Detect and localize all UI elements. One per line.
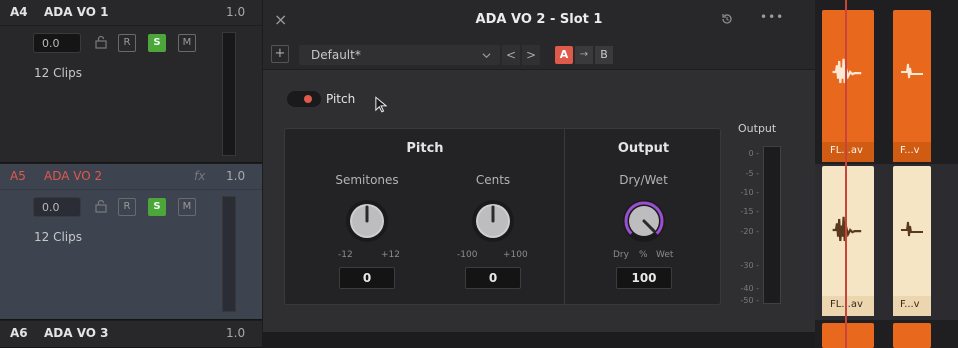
playhead[interactable] (845, 0, 847, 348)
clip-name-bar: F...v (893, 142, 931, 162)
mouse-cursor-icon (375, 96, 387, 113)
semitones-knob[interactable] (343, 197, 391, 245)
waveform-icon (901, 63, 923, 79)
cents-label: Cents (475, 173, 511, 187)
clips-count: 12 Clips (34, 230, 82, 244)
pitch-section: Pitch Semitones Cents -12 +12 0 -100 +10… (284, 128, 564, 305)
track-name[interactable]: ADA VO 1 (44, 5, 109, 19)
preset-name: Default* (311, 48, 361, 62)
plugin-title-bar: × ADA VO 2 - Slot 1 ••• (263, 0, 815, 40)
meter-tick-label: -15 - (740, 207, 760, 216)
clip-name: F...v (900, 145, 920, 156)
percent-label: % (639, 250, 648, 260)
meter-tick-label: -30 - (740, 261, 760, 270)
track-a5[interactable]: A5 ADA VO 2 fx 1.0 0.0 R S M 12 Clips (0, 164, 262, 320)
cents-knob[interactable] (469, 197, 517, 245)
drywet-value[interactable]: 100 (616, 267, 672, 289)
track-level-field[interactable]: 0.0 (33, 197, 81, 217)
track-header: A4 ADA VO 1 1.0 (0, 0, 262, 26)
clip-name-bar: FL...av (822, 296, 874, 316)
waveform-icon (901, 221, 923, 237)
clip-name-bar: FL...av (822, 142, 874, 162)
semitones-value[interactable]: 0 (339, 267, 395, 289)
drywet-label: Dry/Wet (619, 173, 668, 187)
solo-button[interactable]: S (148, 198, 166, 216)
compare-a-button[interactable]: A (555, 46, 573, 64)
next-preset-button[interactable]: > (522, 45, 540, 65)
track-header: A6 ADA VO 3 1.0 (0, 321, 262, 347)
chevron-down-icon (482, 53, 491, 59)
drywet-knob[interactable] (620, 197, 668, 245)
output-section: Output Dry/Wet Dry % Wet 100 (564, 128, 721, 305)
meter-tick-label: -20 - (740, 227, 760, 236)
output-meter-bar (763, 146, 781, 304)
track-id: A6 (10, 326, 28, 340)
toggle-dot (304, 95, 312, 103)
dry-label: Dry (613, 250, 629, 260)
fx-indicator[interactable]: fx (194, 169, 205, 183)
meter-tick-label: -5 - (745, 169, 759, 178)
preset-select[interactable]: Default* (299, 45, 500, 65)
mute-button[interactable]: M (178, 198, 196, 216)
preset-bar: + Default* < > A → B (263, 40, 815, 70)
copy-a-to-b-button[interactable]: → (575, 46, 593, 64)
audio-clip[interactable] (822, 323, 874, 348)
solo-button[interactable]: S (148, 34, 166, 52)
semitones-min-label: -12 (338, 250, 353, 260)
track-meter (222, 32, 236, 156)
output-heading: Output (617, 141, 670, 156)
reset-icon[interactable] (720, 12, 734, 26)
track-level-field[interactable]: 0.0 (33, 33, 81, 53)
mute-button[interactable]: M (178, 34, 196, 52)
pitch-heading: Pitch (406, 141, 444, 156)
more-options-button[interactable]: ••• (760, 10, 784, 24)
pitch-toggle-label: Pitch (326, 92, 356, 106)
cents-max-label: +100 (503, 250, 528, 260)
clip-name-bar: F...v (893, 296, 931, 316)
track-volume[interactable]: 1.0 (226, 169, 245, 183)
track-meter (222, 196, 236, 312)
pitch-enable-toggle[interactable] (287, 91, 321, 107)
plugin-window: × ADA VO 2 - Slot 1 ••• + Default* < > A… (263, 0, 815, 332)
audio-clip[interactable]: FL...av (822, 166, 874, 316)
cents-value[interactable]: 0 (465, 267, 521, 289)
output-meter-label: Output (738, 122, 777, 135)
track-id: A5 (10, 169, 26, 183)
semitones-max-label: +12 (381, 250, 400, 260)
audio-clip[interactable]: F...v (893, 10, 931, 162)
meter-tick-label: -50 - (740, 296, 760, 305)
meter-tick-label: 0 - (748, 149, 759, 158)
cents-min-label: -100 (457, 250, 478, 260)
audio-clip[interactable] (893, 323, 931, 348)
waveform-icon (832, 58, 862, 84)
audio-clip[interactable]: F...v (893, 166, 931, 316)
track-name[interactable]: ADA VO 3 (44, 326, 109, 340)
audio-clip[interactable]: FL...av (822, 10, 874, 162)
meter-tick-label: -40 - (740, 284, 760, 293)
meter-tick-label: -10 - (740, 188, 760, 197)
track-volume[interactable]: 1.0 (226, 326, 245, 340)
compare-b-button[interactable]: B (595, 46, 613, 64)
track-a6[interactable]: A6 ADA VO 3 1.0 (0, 321, 262, 348)
track-name[interactable]: ADA VO 2 (44, 169, 102, 183)
track-header: A5 ADA VO 2 fx 1.0 (0, 164, 262, 190)
clips-count: 12 Clips (34, 66, 82, 80)
add-preset-button[interactable]: + (271, 45, 289, 63)
wet-label: Wet (656, 250, 674, 260)
track-id: A4 (10, 5, 28, 19)
lock-icon[interactable] (94, 199, 108, 213)
prev-preset-button[interactable]: < (502, 45, 520, 65)
track-a4[interactable]: A4 ADA VO 1 1.0 0.0 R S M 12 Clips (0, 0, 262, 163)
lock-icon[interactable] (94, 35, 108, 49)
track-volume[interactable]: 1.0 (226, 5, 245, 19)
record-arm-button[interactable]: R (118, 198, 136, 216)
semitones-label: Semitones (335, 173, 399, 187)
clip-name: F...v (900, 299, 920, 310)
record-arm-button[interactable]: R (118, 34, 136, 52)
waveform-icon (832, 216, 862, 242)
